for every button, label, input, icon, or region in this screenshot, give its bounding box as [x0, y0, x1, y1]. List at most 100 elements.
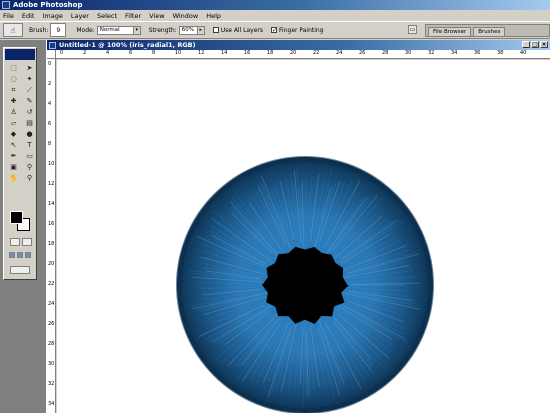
iris — [176, 156, 434, 413]
minimize-icon[interactable]: _ — [522, 41, 530, 48]
ruler-tick-label: 26 — [359, 50, 366, 56]
standard-screen-icon[interactable] — [9, 252, 15, 258]
eraser-icon[interactable]: ▱ — [6, 118, 21, 128]
ruler-tick-label: 0 — [48, 61, 52, 67]
menu-view[interactable]: View — [149, 12, 164, 20]
gradient-icon[interactable]: ▤ — [22, 118, 37, 128]
ruler-tick-label: 14 — [48, 201, 55, 207]
ruler-tick-label: 34 — [48, 401, 55, 407]
app-title-bar: Adobe Photoshop — [0, 0, 550, 10]
ruler-tick-label: 4 — [48, 101, 52, 107]
tab-brushes[interactable]: Brushes — [473, 27, 506, 36]
brush-icon[interactable]: ✎ — [22, 96, 37, 106]
ruler-tick-label: 32 — [428, 50, 435, 56]
full-screen-icon[interactable] — [25, 252, 31, 258]
notes-icon[interactable]: ▣ — [6, 162, 21, 172]
rectangular-marquee-icon[interactable]: ⬚ — [6, 63, 21, 73]
close-icon[interactable]: × — [540, 41, 548, 48]
ruler-tick-label: 22 — [48, 281, 55, 287]
clone-stamp-icon[interactable]: ♙ — [6, 107, 21, 117]
ruler-origin[interactable] — [47, 50, 56, 59]
document-title-bar[interactable]: Untitled-1 @ 100% (iris_radial1, RGB) _ … — [47, 40, 550, 50]
menu-select[interactable]: Select — [97, 12, 117, 20]
document-title: Untitled-1 @ 100% (iris_radial1, RGB) — [59, 41, 196, 49]
smudge-tool-icon: ☝ — [10, 25, 16, 35]
path-selection-icon[interactable]: ↖ — [6, 140, 21, 150]
move-icon[interactable]: ➤ — [22, 63, 37, 73]
ruler-tick-label: 30 — [405, 50, 412, 56]
ruler-tick-label: 16 — [244, 50, 251, 56]
blur-icon[interactable]: ◆ — [6, 129, 21, 139]
horizontal-ruler[interactable]: 0 2 4 6 8 10 12 14 16 18 20 22 24 26 28 30 32 34 36 38 40 — [56, 50, 550, 59]
iris-artwork — [176, 156, 434, 413]
tab-file-browser[interactable]: File Browser — [428, 27, 472, 36]
ruler-tick-label: 30 — [48, 361, 55, 367]
menu-edit[interactable]: Edit — [22, 12, 35, 20]
jump-to-imageready-icon[interactable] — [10, 266, 30, 274]
menu-layer[interactable]: Layer — [71, 12, 89, 20]
ruler-tick-label: 24 — [336, 50, 343, 56]
chevron-down-icon: ▾ — [132, 26, 140, 34]
menu-bar: File Edit Image Layer Select Filter View… — [0, 10, 550, 21]
dodge-icon[interactable]: ● — [22, 129, 37, 139]
finger-painting-checkbox[interactable]: ✓ Finger Painting — [271, 27, 324, 34]
ruler-tick-label: 18 — [48, 241, 55, 247]
strength-value: 60% — [181, 27, 194, 33]
maximize-icon[interactable]: □ — [531, 41, 539, 48]
tool-preset-picker[interactable]: ☝ — [3, 23, 23, 37]
finger-painting-box[interactable]: ✓ — [271, 27, 277, 34]
slice-icon[interactable]: ⟋ — [22, 85, 37, 95]
ruler-tick-label: 10 — [175, 50, 182, 56]
strength-label: Strength: — [148, 26, 177, 34]
standard-mode-icon[interactable] — [10, 238, 20, 246]
hand-icon[interactable]: ✋ — [6, 173, 21, 183]
ruler-tick-label: 14 — [221, 50, 228, 56]
palette-options-icon[interactable]: ▭ — [408, 25, 417, 34]
ruler-tick-label: 16 — [48, 221, 55, 227]
use-all-layers-checkbox[interactable]: Use All Layers — [212, 27, 263, 34]
healing-brush-icon[interactable]: ✚ — [6, 96, 21, 106]
ruler-tick-label: 26 — [48, 321, 55, 327]
palette-well: File Browser Brushes — [425, 24, 550, 37]
lasso-icon[interactable]: ◌ — [6, 74, 21, 84]
magic-wand-icon[interactable]: ✦ — [22, 74, 37, 84]
photoshop-icon — [2, 1, 10, 9]
quick-mask-icon[interactable] — [22, 238, 32, 246]
ruler-tick-label: 34 — [451, 50, 458, 56]
vertical-ruler[interactable]: 0 2 4 6 8 10 12 14 16 18 20 22 24 26 28 30 32 34 — [47, 59, 56, 413]
ruler-tick-label: 28 — [382, 50, 389, 56]
type-icon[interactable]: T — [22, 140, 37, 150]
brush-picker[interactable]: 9 — [50, 23, 67, 37]
menu-window[interactable]: Window — [173, 12, 199, 20]
toolbox-header[interactable] — [5, 49, 35, 60]
chevron-right-icon: ▸ — [196, 26, 204, 34]
tool-grid: ⬚ ➤ ◌ ✦ ⌗ ⟋ ✚ ✎ ♙ ↺ ▱ ▤ ◆ ● ↖ T ✒ ▭ ▣ ⚲ … — [4, 61, 36, 185]
menu-image[interactable]: Image — [42, 12, 62, 20]
ruler-tick-label: 4 — [106, 50, 110, 56]
rectangle-shape-icon[interactable]: ▭ — [22, 151, 37, 161]
toolbox: ⬚ ➤ ◌ ✦ ⌗ ⟋ ✚ ✎ ♙ ↺ ▱ ▤ ◆ ● ↖ T ✒ ▭ ▣ ⚲ … — [3, 47, 37, 280]
menu-filter[interactable]: Filter — [125, 12, 141, 20]
use-all-layers-box[interactable] — [212, 27, 219, 33]
strength-field[interactable]: 60% ▸ — [178, 25, 205, 35]
document-window: Untitled-1 @ 100% (iris_radial1, RGB) _ … — [46, 40, 550, 413]
history-brush-icon[interactable]: ↺ — [22, 107, 37, 117]
ruler-tick-label: 20 — [290, 50, 297, 56]
mode-value: Normal — [99, 27, 120, 33]
full-screen-menu-icon[interactable] — [17, 252, 23, 258]
menu-file[interactable]: File — [3, 12, 14, 20]
menu-help[interactable]: Help — [206, 12, 221, 20]
brush-label: Brush: — [29, 26, 49, 34]
image-canvas[interactable] — [57, 60, 550, 413]
crop-icon[interactable]: ⌗ — [6, 85, 21, 95]
ruler-tick-label: 28 — [48, 341, 55, 347]
pen-icon[interactable]: ✒ — [6, 151, 21, 161]
ruler-tick-label: 38 — [497, 50, 504, 56]
foreground-color-swatch[interactable] — [10, 211, 23, 224]
ruler-tick-label: 8 — [152, 50, 156, 56]
mode-dropdown[interactable]: Normal ▾ — [96, 25, 141, 35]
zoom-icon[interactable]: ⚲ — [22, 173, 37, 183]
eyedropper-icon[interactable]: ⚲ — [22, 162, 37, 172]
ruler-tick-label: 12 — [198, 50, 205, 56]
ruler-tick-label: 6 — [129, 50, 133, 56]
